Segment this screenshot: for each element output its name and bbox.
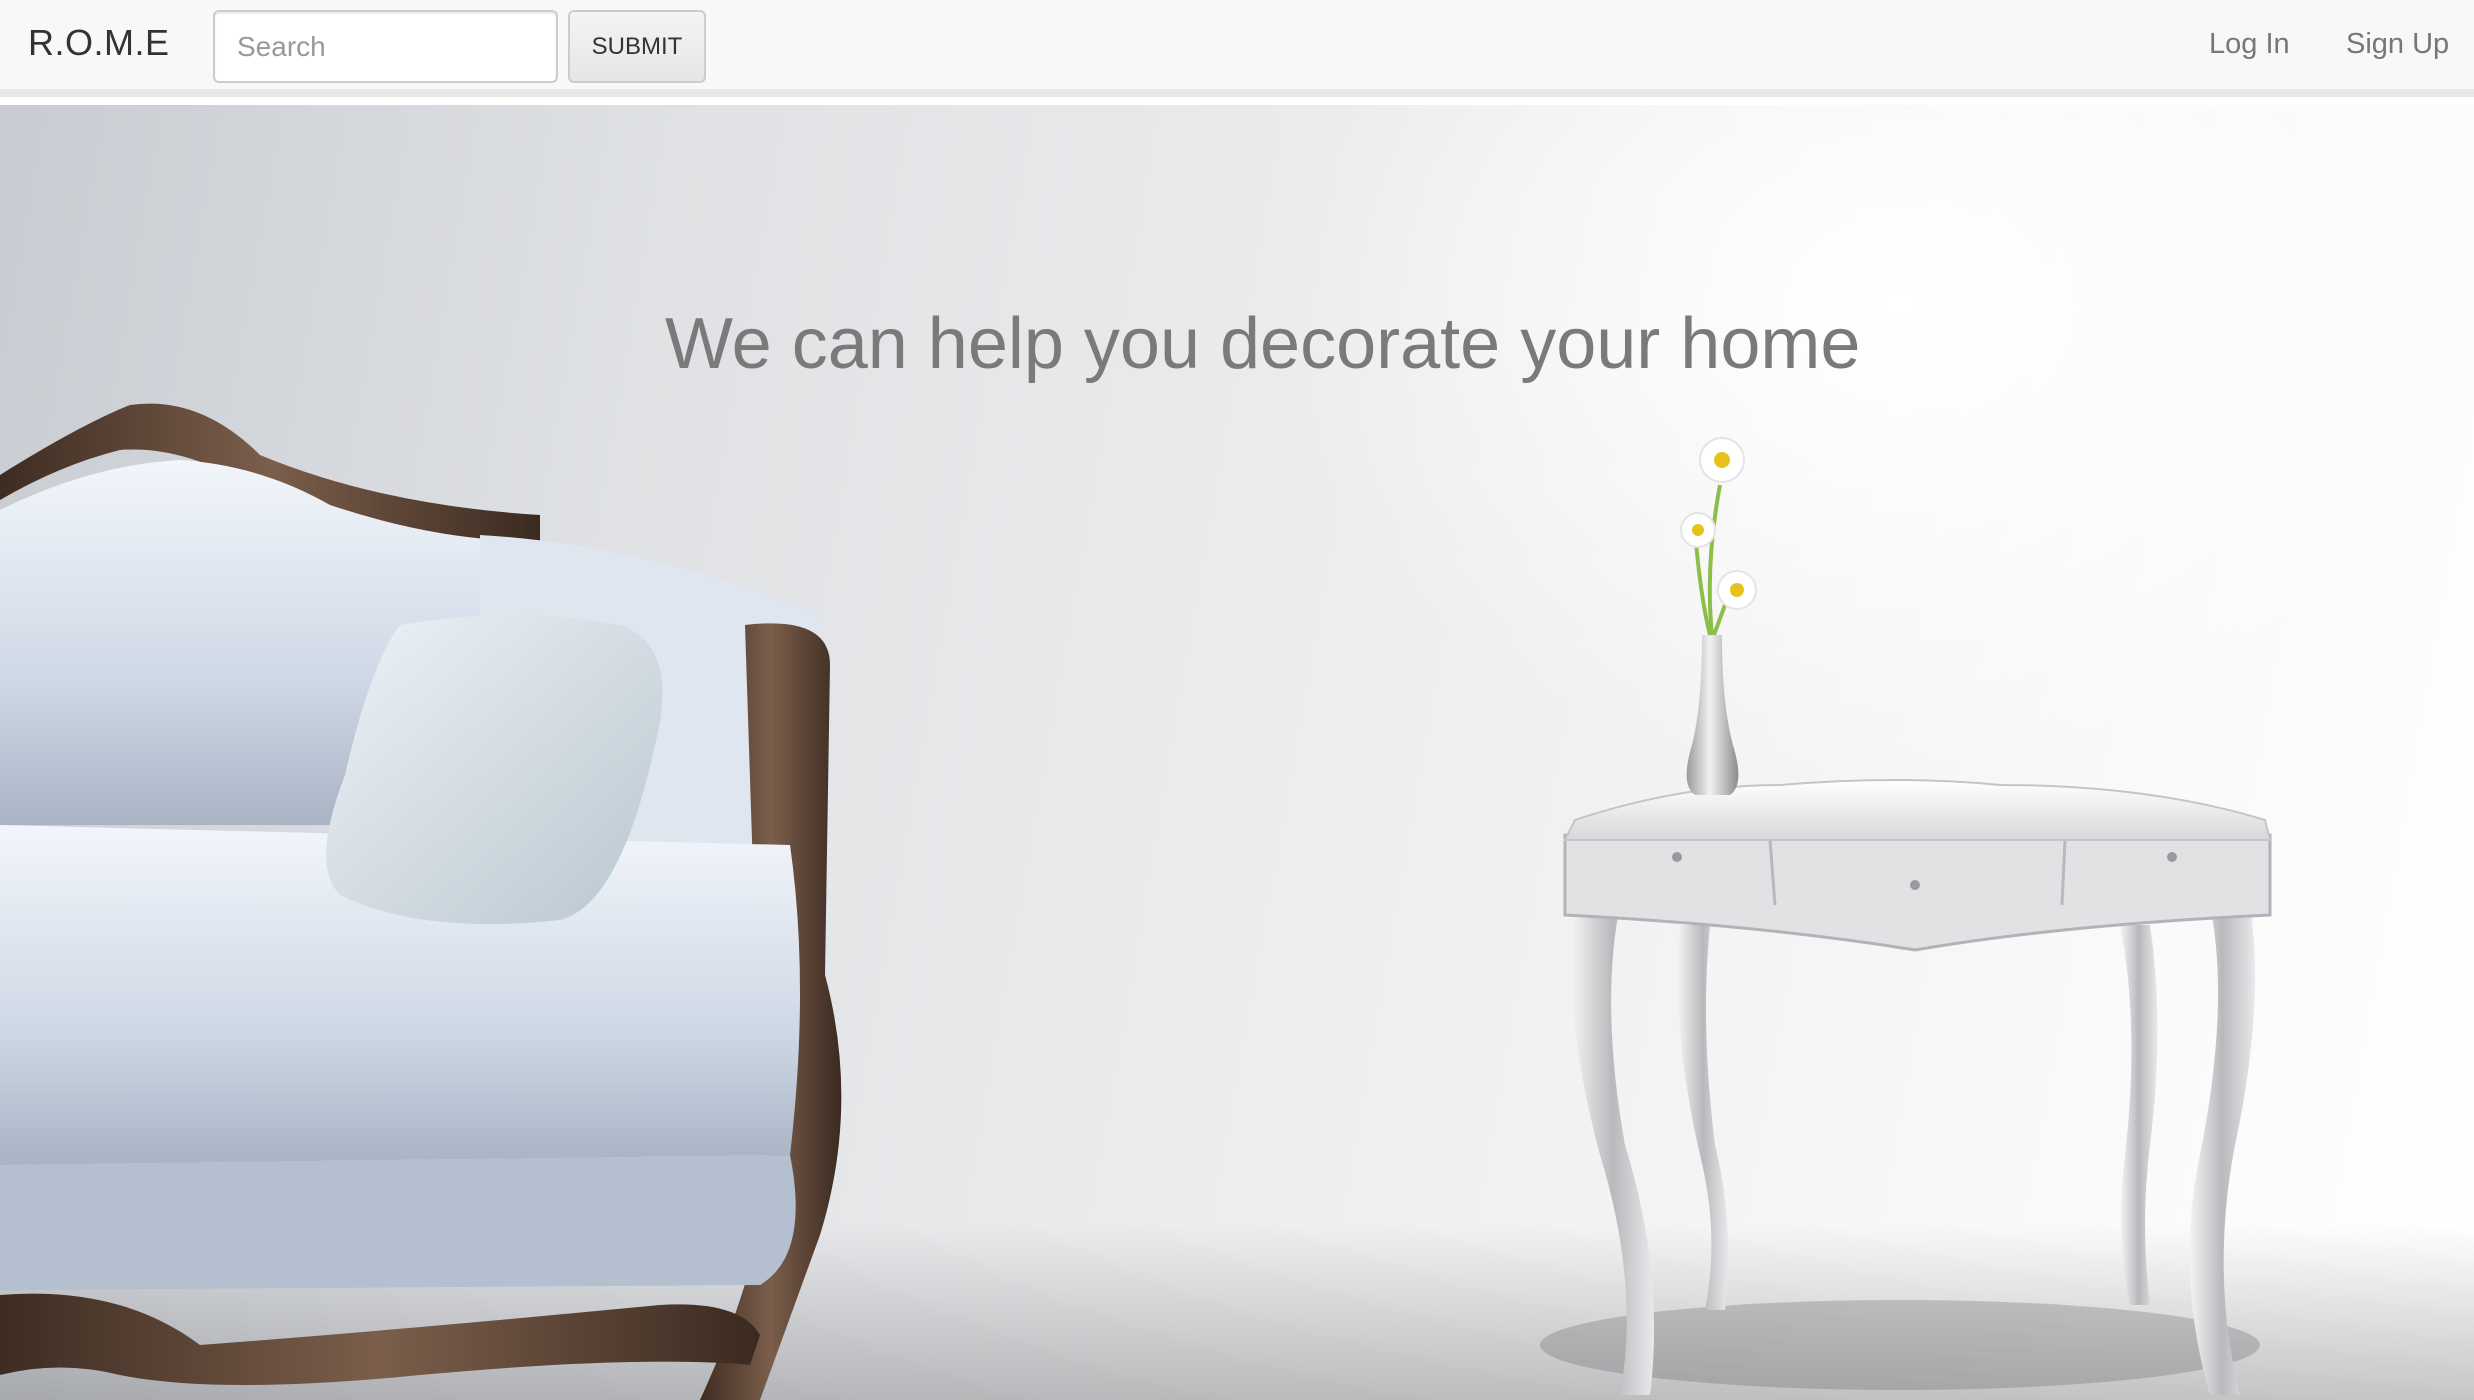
signup-link[interactable]: Sign Up [2346,28,2449,61]
hero-banner: We can help you decorate your home [0,105,2474,1400]
brand-logo[interactable]: R.O.M.E [28,22,170,64]
submit-button[interactable]: SUBMIT [568,10,706,83]
side-table-illustration [1540,437,2272,1395]
sofa-illustration [0,403,842,1400]
daisy-flowers [1680,437,1757,610]
search-input[interactable] [213,10,558,83]
top-navbar: R.O.M.E SUBMIT Log In Sign Up [0,0,2474,97]
hero-headline-text: We can help you decorate your home [665,304,1861,384]
hero-illustration [0,403,2272,1400]
login-link[interactable]: Log In [2209,28,2290,61]
